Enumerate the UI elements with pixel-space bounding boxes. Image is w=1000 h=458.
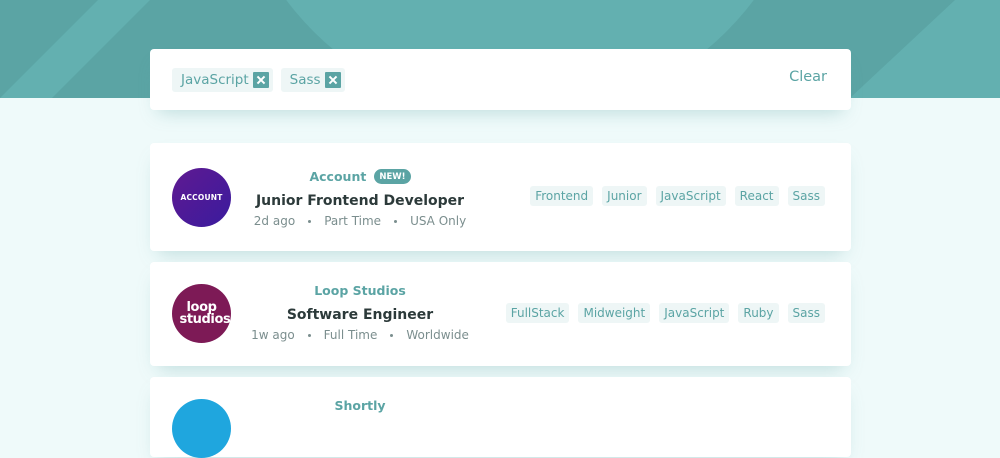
posted-at: 2d ago [253, 214, 296, 228]
company-name: Shortly [334, 397, 386, 413]
filter-bar: JavaScript Sass Clear [150, 49, 851, 110]
job-info: Shortly [250, 396, 470, 414]
filter-tag-label: Sass [289, 72, 321, 88]
company-name: Loop Studios [314, 282, 406, 298]
tag-javascript[interactable]: JavaScript [655, 186, 726, 206]
location: USA Only [410, 214, 467, 228]
job-info: Account NEW! Junior Frontend Developer 2… [250, 167, 470, 228]
clear-button[interactable]: Clear [789, 69, 827, 85]
location: Worldwide [406, 328, 469, 342]
company-row: Shortly [250, 396, 470, 414]
logo-text: loop studios [179, 299, 231, 327]
job-meta: 2d ago Part Time USA Only [250, 214, 470, 228]
tag-junior[interactable]: Junior [602, 186, 647, 206]
job-title[interactable]: Junior Frontend Developer [250, 193, 470, 209]
job-tags: Frontend Junior JavaScript React Sass [530, 186, 825, 206]
tag-react[interactable]: React [734, 186, 779, 206]
company-name: Account [309, 168, 367, 184]
tag-frontend[interactable]: Frontend [530, 186, 594, 206]
filter-tag-label: JavaScript [181, 72, 249, 88]
job-info: Loop Studios Software Engineer 1w ago Fu… [250, 281, 470, 343]
tag-midweight[interactable]: Midweight [578, 303, 651, 323]
remove-icon[interactable] [324, 72, 341, 88]
company-logo-account: ACCOUNT [172, 168, 231, 227]
filter-tag-sass: Sass [280, 68, 345, 92]
separator-dot [394, 219, 398, 223]
tag-javascript[interactable]: JavaScript [659, 303, 730, 323]
separator-dot [307, 333, 311, 337]
job-card-shortly: Shortly [150, 377, 851, 458]
company-row: Account NEW! [250, 167, 470, 185]
company-logo-shortly [172, 399, 231, 458]
tag-fullstack[interactable]: FullStack [505, 303, 570, 323]
new-badge: NEW! [374, 168, 411, 184]
separator-dot [308, 219, 312, 223]
remove-icon[interactable] [252, 72, 269, 88]
job-meta: 1w ago Full Time Worldwide [250, 328, 470, 342]
tag-sass[interactable]: Sass [787, 186, 825, 206]
filter-tag-javascript: JavaScript [172, 68, 273, 92]
contract-type: Part Time [324, 214, 382, 228]
active-filters: JavaScript Sass [172, 68, 345, 92]
tag-sass[interactable]: Sass [787, 303, 825, 323]
posted-at: 1w ago [251, 328, 295, 342]
separator-dot [390, 333, 394, 337]
company-row: Loop Studios [250, 281, 470, 299]
job-card-loop-studios: loop studios Loop Studios Software Engin… [150, 262, 851, 366]
logo-text: ACCOUNT [180, 193, 223, 202]
job-card-account: ACCOUNT Account NEW! Junior Frontend Dev… [150, 143, 851, 251]
contract-type: Full Time [323, 328, 378, 342]
company-logo-loop-studios: loop studios [172, 284, 231, 343]
job-title[interactable]: Software Engineer [250, 307, 470, 323]
tag-ruby[interactable]: Ruby [738, 303, 779, 323]
job-tags: FullStack Midweight JavaScript Ruby Sass [505, 303, 825, 323]
